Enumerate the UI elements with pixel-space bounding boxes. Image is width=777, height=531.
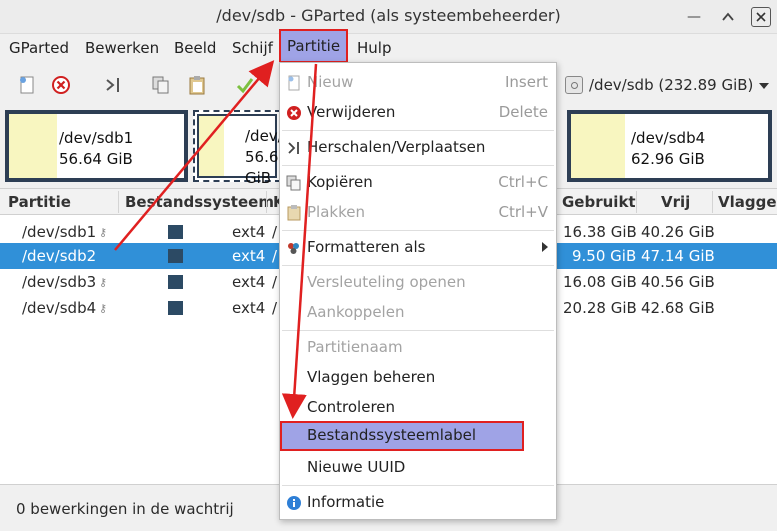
cell-filesystem: ext4	[232, 247, 266, 265]
graph-partition-sdb2[interactable]: /dev/sdb2 56.64 GiB	[193, 110, 281, 187]
menu-bewerken[interactable]: Bewerken	[85, 37, 159, 61]
used-space-fill	[571, 114, 625, 178]
cell-partition: /dev/sdb1	[22, 223, 97, 241]
partition-name: /dev/sdb1	[59, 129, 134, 147]
menu-bar: GParted Bewerken Beeld Schijf Hulp	[0, 34, 777, 62]
new-partition-icon	[286, 75, 302, 91]
cell-free: 40.56 GiB	[641, 273, 715, 291]
menu-item-new-uuid[interactable]: Nieuwe UUID	[280, 453, 556, 483]
menu-item-manage-flags[interactable]: Vlaggen beheren	[280, 363, 556, 393]
resize-move-icon[interactable]	[102, 74, 124, 96]
cell-free: 40.26 GiB	[641, 223, 715, 241]
column-header-free[interactable]: Vrij	[661, 193, 690, 211]
device-selector[interactable]: /dev/sdb (232.89 GiB)	[565, 70, 772, 100]
new-partition-icon[interactable]	[16, 74, 38, 96]
cell-partition: /dev/sdb3	[22, 273, 97, 291]
cell-mountpoint: /	[272, 247, 278, 265]
submenu-arrow-icon	[542, 242, 548, 252]
menu-item-paste[interactable]: Plakken Ctrl+V	[280, 198, 556, 228]
menu-item-open-encryption[interactable]: Versleuteling openen	[280, 268, 556, 298]
menu-item-delete[interactable]: Verwijderen Delete	[280, 98, 556, 128]
menu-item-information[interactable]: Informatie	[280, 488, 556, 518]
apply-icon[interactable]	[234, 74, 256, 96]
graph-partition-label: /dev/sdb4 62.96 GiB	[631, 128, 705, 170]
partition-menu: Nieuw Insert Verwijderen Delete Herschal…	[279, 62, 557, 520]
cell-filesystem: ext4	[232, 273, 266, 291]
filesystem-color-swatch	[168, 301, 183, 315]
partition-name: /dev/sdb4	[631, 129, 706, 147]
menu-item-partition-name[interactable]: Partitienaam	[280, 333, 556, 363]
menu-item-check[interactable]: Controleren	[280, 393, 556, 423]
menu-item-format-as[interactable]: Formatteren als	[280, 233, 556, 263]
partition-name: /dev/sdb2	[245, 127, 281, 145]
key-icon: ⚷	[99, 276, 108, 289]
cell-partition: /dev/sdb2	[22, 247, 97, 265]
menu-schijf[interactable]: Schijf	[232, 37, 273, 61]
disk-icon	[565, 76, 583, 94]
cell-used: 9.50 GiB	[572, 247, 637, 265]
resize-move-icon	[286, 140, 302, 156]
delete-partition-icon[interactable]	[50, 74, 72, 96]
info-icon	[286, 495, 302, 511]
filesystem-color-swatch	[168, 249, 183, 263]
maximize-icon[interactable]	[718, 7, 738, 27]
used-space-fill	[199, 116, 224, 176]
menu-beeld[interactable]: Beeld	[174, 37, 216, 61]
cell-free: 42.68 GiB	[641, 299, 715, 317]
graph-partition-sdb1[interactable]: /dev/sdb1 56.64 GiB	[5, 110, 188, 182]
graph-partition-sdb4[interactable]: /dev/sdb4 62.96 GiB	[567, 110, 772, 182]
cell-mountpoint: /	[272, 223, 278, 241]
menu-item-mount[interactable]: Aankoppelen	[280, 298, 556, 328]
device-selector-label: /dev/sdb (232.89 GiB)	[589, 76, 754, 94]
cell-filesystem: ext4	[232, 223, 266, 241]
copy-icon	[286, 175, 302, 191]
filesystem-color-swatch	[168, 225, 183, 239]
menu-gparted[interactable]: GParted	[9, 37, 69, 61]
partition-size: 56.64 GiB	[245, 148, 281, 187]
filesystem-color-swatch	[168, 275, 183, 289]
cell-mountpoint: /	[272, 299, 278, 317]
paste-icon[interactable]	[186, 74, 208, 96]
menu-item-resize-move[interactable]: Herschalen/Verplaatsen	[280, 133, 556, 163]
cell-used: 20.28 GiB	[563, 299, 637, 317]
format-icon	[286, 240, 302, 256]
menu-item-filesystem-label[interactable]: Bestandssysteemlabel	[280, 421, 524, 451]
menu-partitie[interactable]: Partitie	[279, 29, 349, 63]
status-text: 0 bewerkingen in de wachtrij	[16, 500, 234, 518]
menu-item-new[interactable]: Nieuw Insert	[280, 68, 556, 98]
copy-icon[interactable]	[150, 74, 172, 96]
column-header-filesystem[interactable]: Bestandssysteem	[125, 193, 274, 211]
cell-used: 16.38 GiB	[563, 223, 637, 241]
column-header-partition[interactable]: Partitie	[8, 193, 71, 211]
menu-item-copy[interactable]: Kopiëren Ctrl+C	[280, 168, 556, 198]
cell-partition: /dev/sdb4	[22, 299, 97, 317]
key-icon: ⚷	[99, 302, 108, 315]
title-bar: /dev/sdb - GParted (als systeembeheerder…	[0, 0, 777, 34]
cell-filesystem: ext4	[232, 299, 266, 317]
menu-hulp[interactable]: Hulp	[357, 37, 391, 61]
graph-partition-label: /dev/sdb2 56.64 GiB	[245, 126, 281, 189]
chevron-down-icon	[759, 76, 770, 94]
delete-icon	[286, 105, 302, 121]
cell-mountpoint: /	[272, 273, 278, 291]
minimize-icon[interactable]: —	[684, 7, 704, 27]
cell-used: 16.08 GiB	[563, 273, 637, 291]
key-icon: ⚷	[99, 226, 108, 239]
paste-icon	[286, 205, 302, 221]
column-header-used[interactable]: Gebruikt	[562, 193, 636, 211]
column-header-flags[interactable]: Vlagge	[718, 193, 777, 211]
window-title: /dev/sdb - GParted (als systeembeheerder…	[216, 6, 561, 25]
close-window-button[interactable]	[751, 7, 771, 27]
partition-size: 56.64 GiB	[59, 150, 133, 168]
cell-free: 47.14 GiB	[641, 247, 715, 265]
partition-size: 62.96 GiB	[631, 150, 705, 168]
used-space-fill	[9, 114, 57, 178]
graph-partition-label: /dev/sdb1 56.64 GiB	[59, 128, 133, 170]
